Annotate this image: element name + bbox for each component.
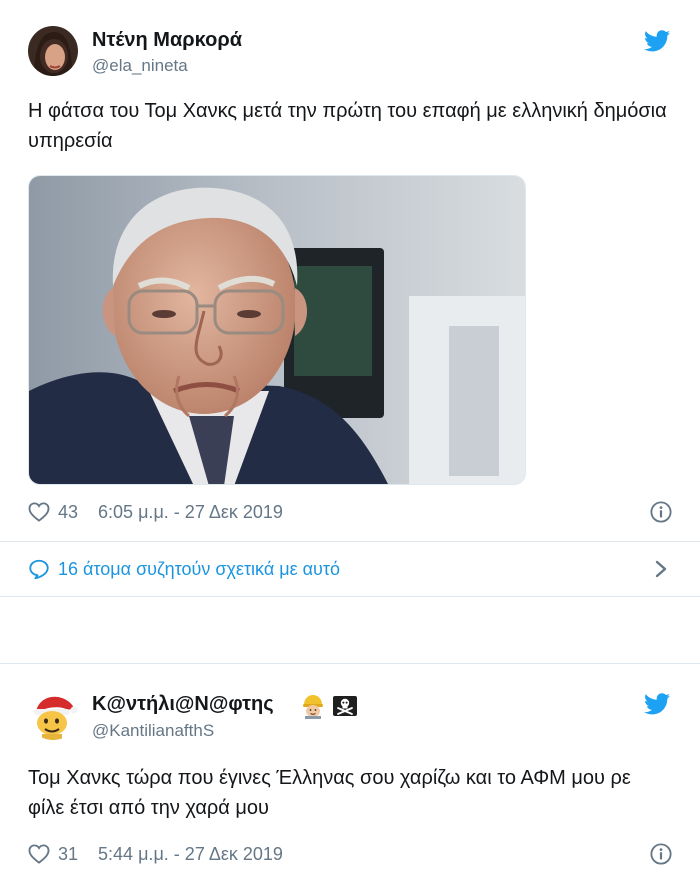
name-emojis <box>300 693 358 719</box>
divider <box>0 541 700 542</box>
tweet-text: Τομ Χανκς τώρα που έγινες Έλληνας σου χα… <box>28 767 631 819</box>
chevron-right-icon[interactable] <box>654 560 668 578</box>
conversation-label[interactable]: 16 άτομα συζητούν σχετικά με αυτό <box>58 559 340 580</box>
twitter-bird-icon[interactable] <box>644 30 670 52</box>
tweet-meta: 31 5:44 μ.μ. - 27 Δεκ 2019 <box>28 840 283 868</box>
info-icon[interactable] <box>650 843 672 865</box>
tweet-card: Ντένη Μαρκορά @ela_nineta Η φάτσα του Το… <box>0 0 700 597</box>
info-icon[interactable] <box>650 501 672 523</box>
author-handle[interactable]: @ela_nineta <box>92 56 188 76</box>
avatar[interactable] <box>28 26 78 76</box>
tweet-separator <box>0 597 700 663</box>
tweet-meta: 43 6:05 μ.μ. - 27 Δεκ 2019 <box>28 498 283 526</box>
like-count[interactable]: 43 <box>58 502 78 523</box>
speech-bubble-icon <box>29 559 49 580</box>
timestamp[interactable]: 6:05 μ.μ. - 27 Δεκ 2019 <box>98 502 283 523</box>
author-name[interactable]: Ντένη Μαρκορά <box>92 29 242 52</box>
pirate-flag-icon <box>333 696 357 716</box>
avatar[interactable] <box>28 690 78 740</box>
conversation-link[interactable]: 16 άτομα συζητούν σχετικά με αυτό <box>28 555 340 583</box>
tweet-text: Η φάτσα του Τομ Χανκς μετά την πρώτη του… <box>28 100 667 152</box>
construction-worker-icon <box>303 695 323 719</box>
timestamp[interactable]: 5:44 μ.μ. - 27 Δεκ 2019 <box>98 844 283 865</box>
heart-icon[interactable] <box>28 502 50 522</box>
twitter-bird-icon[interactable] <box>644 693 670 715</box>
tweet-photo[interactable] <box>28 175 526 485</box>
like-count[interactable]: 31 <box>58 844 78 865</box>
heart-icon[interactable] <box>28 844 50 864</box>
author-name[interactable]: Κ@ντήλι@Ν@φτης <box>92 693 274 716</box>
author-handle[interactable]: @KantilianafthS <box>92 721 214 741</box>
